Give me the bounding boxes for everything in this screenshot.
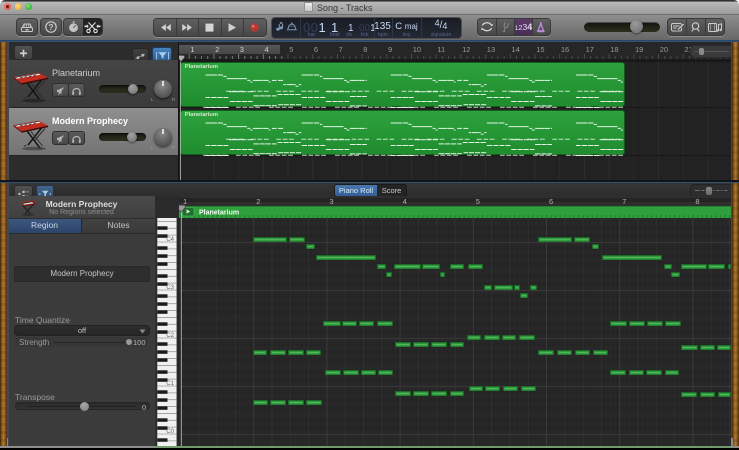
svg-text:1234: 1234 (515, 22, 533, 32)
svg-text:C1: C1 (166, 381, 174, 387)
svg-text:?: ? (48, 22, 53, 32)
svg-text:C0: C0 (166, 429, 174, 435)
svg-text:C4: C4 (166, 237, 174, 243)
svg-text:Planetarium: Planetarium (199, 210, 239, 217)
svg-text:C3: C3 (166, 285, 174, 291)
svg-text:C2: C2 (166, 333, 174, 339)
